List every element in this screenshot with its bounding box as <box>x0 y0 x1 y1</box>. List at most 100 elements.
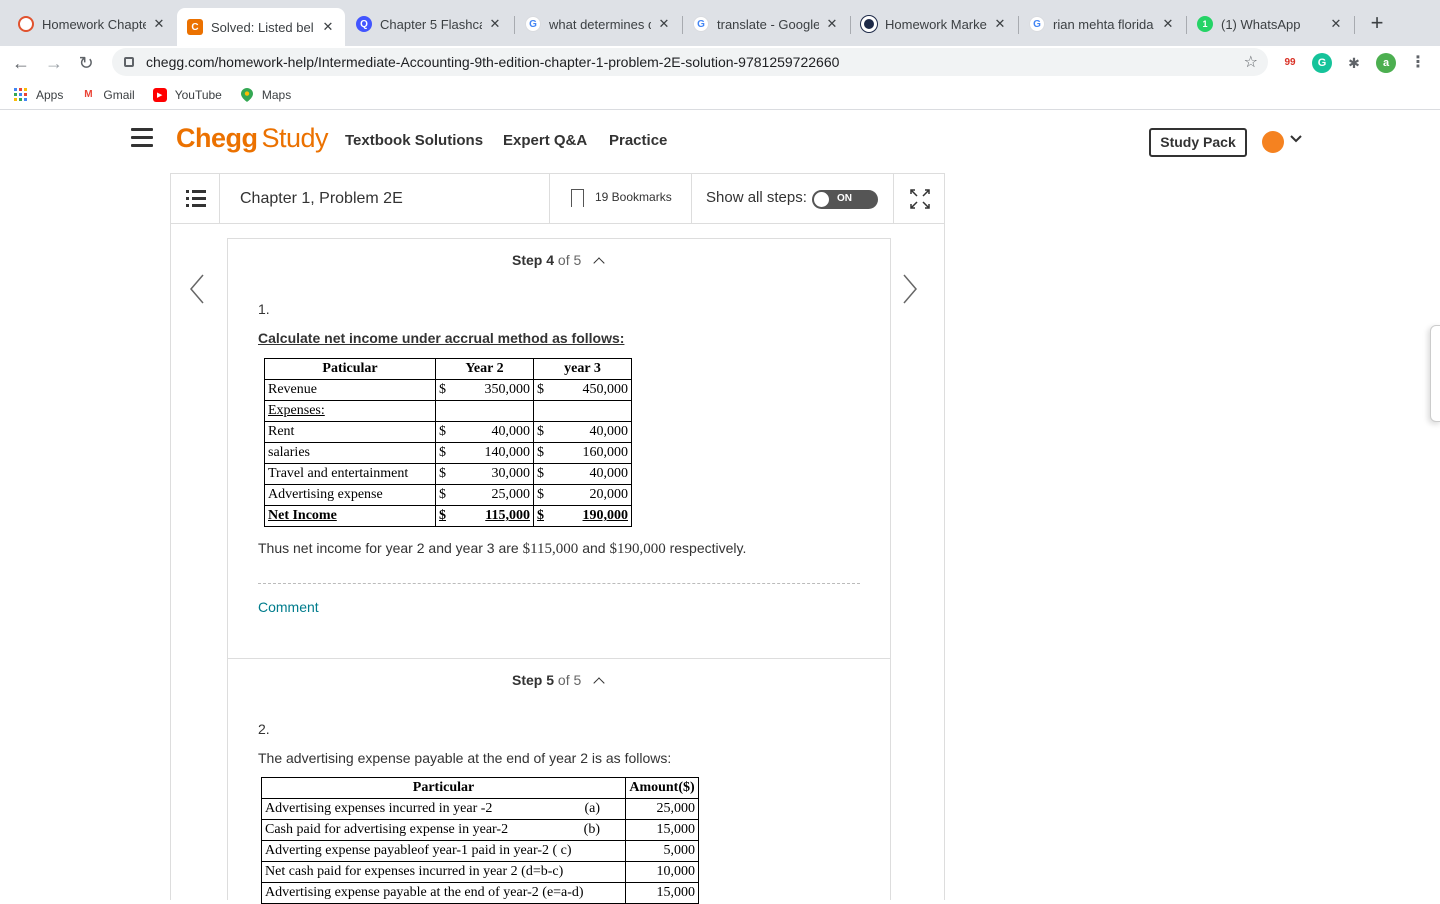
table-header: Year 2 <box>435 358 534 380</box>
close-icon[interactable]: ✕ <box>488 16 502 32</box>
comment-link[interactable]: Comment <box>258 599 319 615</box>
puzzle-icon[interactable]: ✱ <box>1344 53 1364 73</box>
bookmark-gmail[interactable]: M Gmail <box>81 88 135 102</box>
nav-expert-qa[interactable]: Expert Q&A <box>503 132 587 149</box>
step-number: 1. <box>258 301 270 317</box>
new-tab-button[interactable]: + <box>1366 12 1388 34</box>
table-cell: 40,000 <box>544 421 632 443</box>
bookmark-button[interactable]: 19 Bookmarks <box>549 174 692 223</box>
address-bar[interactable]: chegg.com/homework-help/Intermediate-Acc… <box>112 48 1268 76</box>
study-pack-button[interactable]: Study Pack <box>1149 128 1247 157</box>
table-cell: Net cash paid for expenses incurred in y… <box>261 861 626 883</box>
conclusion-value: $190,000 <box>609 541 666 557</box>
advertising-payable-table: Particular Amount($) Advertising expense… <box>261 777 699 904</box>
table-cell: 160,000 <box>544 442 632 464</box>
nav-textbook-solutions[interactable]: Textbook Solutions <box>345 132 483 149</box>
currency-symbol: $ <box>533 484 544 506</box>
table-cell: Adverting expense payableof year-1 paid … <box>261 840 626 862</box>
currency-symbol: $ <box>435 484 446 506</box>
avatar[interactable] <box>1262 131 1284 153</box>
chegg-study-logo[interactable]: Chegg Study <box>176 123 329 154</box>
next-step-icon[interactable] <box>898 272 922 306</box>
table-header-row: Paticular Year 2 year 3 <box>264 358 632 380</box>
previous-step-icon[interactable] <box>185 272 209 306</box>
close-icon[interactable]: ✕ <box>993 16 1007 32</box>
table-row: Advertising expenses incurred in year -2… <box>261 798 699 820</box>
bookmark-apps[interactable]: Apps <box>14 87 64 102</box>
table-header: Paticular <box>264 358 436 380</box>
star-icon[interactable]: ☆ <box>1244 52 1258 72</box>
chevron-down-icon[interactable] <box>1290 131 1302 147</box>
net-income-row: Net Income $115,000 $190,000 <box>264 505 632 527</box>
table-cell: 115,000 <box>446 505 534 527</box>
table-row: Expenses: <box>264 400 632 422</box>
browser-tab[interactable]: 1 (1) WhatsApp ✕ <box>1187 8 1353 40</box>
browser-tab[interactable]: Homework Chapte ✕ <box>8 8 176 40</box>
extension-icon[interactable]: 99 <box>1280 53 1300 73</box>
back-icon[interactable]: ← <box>8 50 34 76</box>
table-cell: Rent <box>264 421 436 443</box>
currency-symbol: $ <box>533 421 544 443</box>
table-cell: 30,000 <box>446 463 534 485</box>
browser-tab[interactable]: Homework Market ✕ <box>851 8 1017 40</box>
table-cell: (a) <box>570 798 627 820</box>
expand-icon[interactable] <box>893 174 945 223</box>
close-icon[interactable]: ✕ <box>152 16 166 32</box>
browser-tab-strip: Homework Chapte ✕ C Solved: Listed bel ✕… <box>0 0 1440 46</box>
step-count: of 5 <box>557 672 582 688</box>
table-cell: 40,000 <box>446 421 534 443</box>
hamburger-menu-icon[interactable] <box>131 128 153 147</box>
bookmark-maps[interactable]: Maps <box>240 87 291 102</box>
currency-symbol: $ <box>435 442 446 464</box>
step-5-header[interactable]: Step 5 of 5 <box>512 672 605 689</box>
step-4-header[interactable]: Step 4 of 5 <box>512 252 605 269</box>
table-row: Advertising expense payable at the end o… <box>261 882 699 904</box>
list-icon[interactable] <box>171 174 220 223</box>
browser-tab[interactable]: Q Chapter 5 Flashca ✕ <box>346 8 512 40</box>
bookmark-youtube[interactable]: ▶ YouTube <box>152 87 222 102</box>
solution-frame: Step 4 of 5 1. Calculate net income unde… <box>170 224 945 904</box>
step-label: Step 4 <box>512 252 555 268</box>
side-drawer-handle[interactable] <box>1430 325 1440 422</box>
table-cell: 450,000 <box>544 379 632 401</box>
close-icon[interactable]: ✕ <box>1329 16 1343 32</box>
currency-symbol: $ <box>435 463 446 485</box>
table-row: Adverting expense payableof year-1 paid … <box>261 840 699 862</box>
table-cell <box>533 400 632 422</box>
close-icon[interactable]: ✕ <box>657 16 671 32</box>
table-cell: Cash paid for advertising expense in yea… <box>261 819 571 841</box>
browser-tab[interactable]: G rian mehta florida ✕ <box>1019 8 1185 40</box>
table-cell: 25,000 <box>446 484 534 506</box>
step-divider <box>228 658 890 659</box>
table-cell: 15,000 <box>625 819 699 841</box>
site-header: Chegg Study Textbook Solutions Expert Q&A… <box>0 111 1440 169</box>
step-label: Step 5 <box>512 672 555 688</box>
nav-practice[interactable]: Practice <box>609 132 667 149</box>
steps-panel: Step 4 of 5 1. Calculate net income unde… <box>227 238 891 904</box>
close-icon[interactable]: ✕ <box>825 16 839 32</box>
close-icon[interactable]: ✕ <box>1161 16 1175 32</box>
forward-icon[interactable]: → <box>41 50 67 76</box>
grammarly-icon[interactable]: G <box>1312 53 1332 73</box>
conclusion-part: and <box>582 540 606 556</box>
browser-tab-active[interactable]: C Solved: Listed bel ✕ <box>177 8 345 46</box>
browser-tab[interactable]: G what determines d ✕ <box>515 8 681 40</box>
currency-symbol: $ <box>533 379 544 401</box>
reload-icon[interactable]: ↻ <box>73 50 99 76</box>
step-heading: The advertising expense payable at the e… <box>258 750 672 766</box>
table-cell: 350,000 <box>446 379 534 401</box>
menu-icon[interactable]: ⋮ <box>1408 53 1428 73</box>
currency-symbol: $ <box>435 505 446 527</box>
browser-tab[interactable]: G translate - Google ✕ <box>683 8 849 40</box>
close-icon[interactable]: ✕ <box>321 19 335 35</box>
table-cell: 25,000 <box>625 798 699 820</box>
table-row: Advertising expense $25,000 $20,000 <box>264 484 632 506</box>
bookmark-label: Apps <box>36 87 64 102</box>
avatar[interactable]: a <box>1376 53 1396 73</box>
tab-title: Chapter 5 Flashca <box>380 16 482 32</box>
show-all-steps-toggle[interactable]: ON <box>812 190 878 209</box>
currency-symbol: $ <box>435 379 446 401</box>
homework-market-icon <box>861 16 877 32</box>
table-cell: 15,000 <box>625 882 699 904</box>
table-header: year 3 <box>533 358 632 380</box>
